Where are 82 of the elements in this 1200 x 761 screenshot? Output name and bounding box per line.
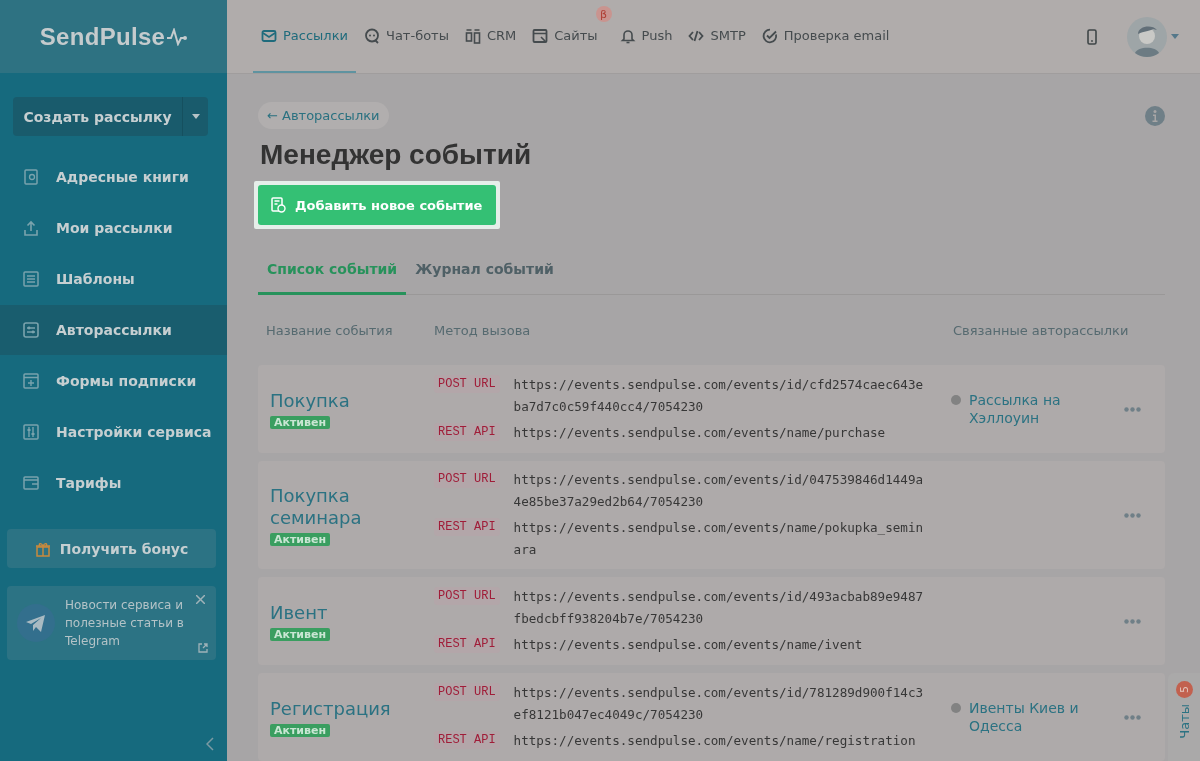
- endpoint-url: https://events.sendpulse.com/events/name/pokupka_seminara: [513, 519, 924, 559]
- event-name-link[interactable]: Ивент: [270, 601, 328, 624]
- status-badge: Активен: [270, 627, 331, 641]
- menu-item-icon: [22, 168, 40, 186]
- gift-icon: [34, 540, 51, 557]
- nav-tab[interactable]: Рассылки: [253, 0, 356, 73]
- event-name-link[interactable]: Регистрация: [270, 697, 391, 720]
- nav-tab[interactable]: Сайты β: [524, 0, 612, 73]
- column-header: Связанные авторассылки: [953, 322, 1130, 338]
- status-badge: Активен: [270, 532, 331, 546]
- method-tag: POST URL: [434, 470, 500, 488]
- method-tag: REST API: [434, 423, 500, 441]
- caret-icon[interactable]: [1171, 34, 1179, 39]
- sidebar-item[interactable]: Настройки сервиса: [0, 407, 227, 457]
- menu-item-icon: [22, 423, 40, 441]
- method-tag: REST API: [434, 635, 500, 653]
- tab[interactable]: Журнал событий: [406, 253, 563, 295]
- status-badge: Активен: [270, 415, 331, 429]
- more-icon[interactable]: [1124, 512, 1141, 518]
- add-event-button[interactable]: Добавить новое событие: [258, 185, 497, 225]
- menu-item-icon: [22, 219, 40, 237]
- caret-icon: [191, 114, 200, 119]
- sidebar-item[interactable]: Авторассылки: [0, 305, 227, 355]
- check-circle-icon: [761, 27, 778, 44]
- more-icon[interactable]: [1124, 406, 1141, 412]
- sidebar-item[interactable]: Формы подписки: [0, 356, 227, 406]
- status-badge: Активен: [270, 723, 331, 737]
- endpoint-url: https://events.sendpulse.com/events/name/registration: [513, 732, 917, 750]
- chats-tab[interactable]: 5 Чаты: [1168, 673, 1200, 761]
- status-dot-icon: [951, 703, 961, 713]
- nav-tab[interactable]: Чат-боты: [356, 0, 457, 73]
- telegram-text: Новости сервиса и полезные статьи в Telegram: [65, 597, 185, 650]
- collapse-icon[interactable]: [206, 737, 214, 751]
- nav-tab[interactable]: Push: [611, 0, 681, 73]
- column-header: Название события: [266, 322, 394, 338]
- bonus-button[interactable]: Получить бонус: [7, 529, 216, 568]
- beta-badge: β: [595, 6, 612, 22]
- column-header: Метод вызова: [434, 322, 532, 338]
- nav-tab[interactable]: Проверка email: [753, 0, 898, 73]
- endpoint-url: https://events.sendpulse.com/events/name/ivent: [513, 636, 864, 654]
- envelope-icon: [261, 27, 277, 44]
- menu-item-icon: [22, 270, 40, 288]
- pulse-icon: [167, 27, 188, 46]
- external-link-icon[interactable]: [198, 643, 208, 653]
- breadcrumb-link[interactable]: ← Авторассылки: [258, 102, 389, 129]
- dropdown-button[interactable]: [182, 97, 208, 136]
- method-tag: POST URL: [434, 587, 500, 605]
- linked-campaign-link[interactable]: Ивенты Киев и Одесса: [969, 699, 1089, 735]
- more-icon[interactable]: [1124, 618, 1141, 624]
- method-tag: POST URL: [434, 375, 500, 393]
- menu-item-icon: [22, 372, 40, 390]
- method-tag: REST API: [434, 731, 500, 749]
- chat-count-badge: 5: [1175, 681, 1193, 698]
- nav-tab[interactable]: CRM: [456, 0, 525, 73]
- create-campaign-button[interactable]: Создать рассылку: [13, 97, 182, 136]
- event-name-link[interactable]: Покупка семинара: [270, 484, 434, 529]
- logo-text: SendPulse: [39, 22, 166, 51]
- paper-plane-icon: [17, 604, 55, 642]
- avatar-icon[interactable]: [1127, 16, 1167, 57]
- browser-window-icon: [532, 27, 549, 44]
- method-tag: REST API: [434, 518, 500, 536]
- sidebar-item[interactable]: Тарифы: [0, 458, 227, 508]
- bell-icon: [619, 27, 636, 44]
- event-name-link[interactable]: Покупка: [270, 389, 350, 412]
- info-icon[interactable]: [1145, 105, 1165, 126]
- phone-icon[interactable]: [1087, 28, 1097, 45]
- status-dot-icon: [951, 395, 961, 405]
- linked-campaign-link[interactable]: Рассылка на Хэллоуин: [969, 391, 1089, 427]
- columns-icon: [464, 27, 481, 44]
- sidebar-item[interactable]: Шаблоны: [0, 254, 227, 304]
- menu-item-icon: [22, 321, 40, 339]
- menu-item-icon: [22, 474, 40, 492]
- page-title: Менеджер событий: [260, 139, 533, 171]
- sidebar-item[interactable]: Мои рассылки: [0, 203, 227, 253]
- sidebar-item[interactable]: Адресные книги: [0, 152, 227, 202]
- document-icon: [270, 197, 286, 213]
- method-tag: POST URL: [434, 683, 500, 701]
- endpoint-url: https://events.sendpulse.com/events/name/purchase: [513, 424, 887, 442]
- more-icon[interactable]: [1124, 714, 1141, 720]
- nav-tab[interactable]: SMTP: [680, 0, 754, 73]
- close-icon[interactable]: [196, 595, 205, 604]
- chat-bubble-icon: [364, 27, 380, 44]
